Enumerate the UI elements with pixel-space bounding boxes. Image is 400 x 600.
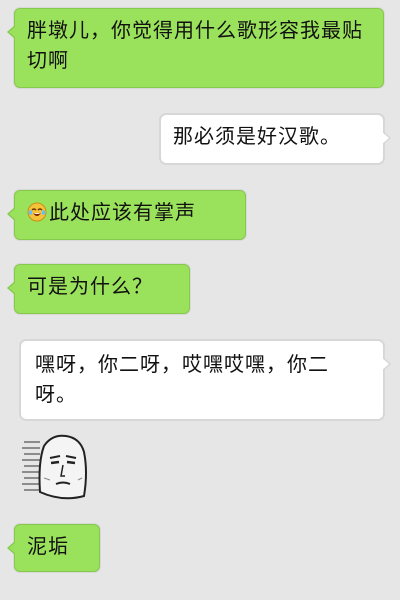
message-bubble-received[interactable]: 此处应该有掌声: [7, 190, 246, 240]
message-bubble-sent[interactable]: 那必须是好汉歌。: [160, 114, 391, 164]
message-bubble-received[interactable]: 泥垢: [7, 524, 100, 572]
message-text: 那必须是好汉歌。: [173, 124, 341, 148]
message-text: 可是为什么？: [27, 274, 153, 298]
deadpan-face-sticker-icon[interactable]: [22, 432, 92, 504]
chat-conversation: 胖墩儿，你觉得用什么歌形容我最贴切啊 那必须是好汉歌。 此处应该有掌声 可是为什…: [0, 0, 400, 600]
message-bubble-sent[interactable]: 嘿呀，你二呀，哎嘿哎嘿，你二呀。: [20, 340, 391, 420]
message-text: 泥垢: [27, 534, 69, 558]
message-text: 嘿呀，你二呀，哎嘿哎嘿，你二呀。: [35, 352, 329, 406]
message-bubble-received[interactable]: 可是为什么？: [7, 264, 190, 314]
message-text: 此处应该有掌声: [49, 200, 196, 224]
message-bubble-received[interactable]: 胖墩儿，你觉得用什么歌形容我最贴切啊: [7, 8, 384, 88]
crying-laughing-face-icon: [27, 202, 47, 222]
message-text: 胖墩儿，你觉得用什么歌形容我最贴切啊: [27, 18, 363, 72]
